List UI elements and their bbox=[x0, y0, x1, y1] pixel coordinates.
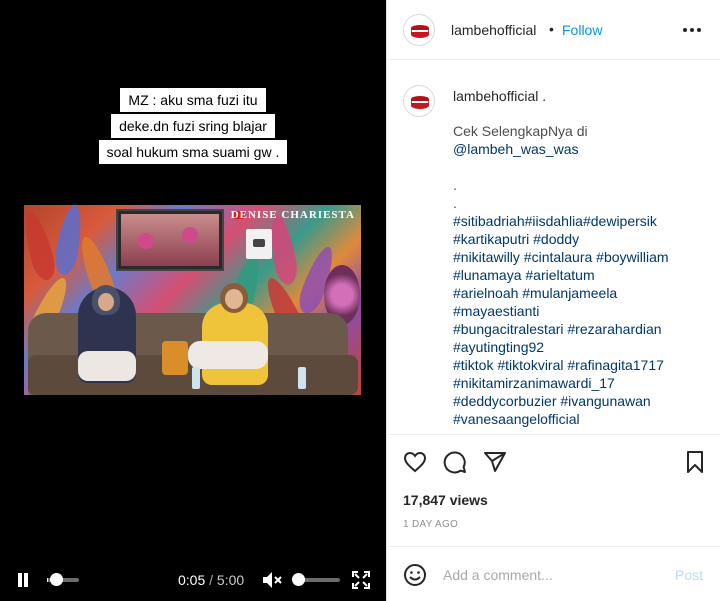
view-count[interactable]: 17,847 views bbox=[403, 492, 488, 508]
mention-link[interactable]: @lambeh_was_was bbox=[453, 140, 715, 158]
hashtag-line[interactable]: #vanesaangelofficial bbox=[453, 410, 715, 428]
video-caption: MZ : aku sma fuzi itu deke.dn fuzi sring… bbox=[0, 88, 386, 166]
channel-watermark: DENISE CHARIESTA bbox=[230, 209, 355, 221]
volume-handle[interactable] bbox=[292, 573, 305, 586]
caption-line: . bbox=[453, 195, 457, 211]
video-controls: 0:05 / 5:00 bbox=[0, 560, 386, 601]
post-timestamp[interactable]: 1 DAY AGO bbox=[403, 519, 458, 530]
hashtag-line[interactable]: #bungacitralestari #rezarahardian bbox=[453, 320, 715, 338]
duration: 5:00 bbox=[216, 572, 245, 588]
video-player[interactable]: MZ : aku sma fuzi itu deke.dn fuzi sring… bbox=[0, 0, 386, 601]
caption-username[interactable]: lambehofficial . bbox=[453, 88, 546, 104]
hashtag-line[interactable]: #nikitamirzanimawardi_17 bbox=[453, 374, 715, 392]
video-frame: DENISE CHARIESTA bbox=[24, 205, 361, 395]
comment-section: Post bbox=[387, 546, 720, 601]
like-icon[interactable] bbox=[403, 450, 427, 474]
hashtag-line[interactable]: #arielnoah #mulanjameela bbox=[453, 284, 715, 302]
caption-text: Cek SelengkapNya di @lambeh_was_was.. #sit… bbox=[453, 122, 715, 428]
hashtag-line[interactable]: #nikitawilly #cintalaura #boywilliam bbox=[453, 248, 715, 266]
more-options-icon[interactable] bbox=[683, 28, 701, 32]
caption-line: Cek SelengkapNya di bbox=[453, 123, 588, 139]
current-time: 0:05 bbox=[178, 572, 206, 588]
time-display: 0:05 / 5:00 bbox=[178, 572, 244, 588]
hashtag-line[interactable]: #mayaestianti bbox=[453, 302, 715, 320]
avatar[interactable] bbox=[403, 85, 435, 117]
caption-line: deke.dn fuzi sring blajar bbox=[111, 114, 275, 138]
hashtag-line[interactable]: #lunamaya #arieltatum bbox=[453, 266, 715, 284]
time-separator: / bbox=[209, 572, 214, 588]
header-username[interactable]: lambehofficial bbox=[451, 22, 536, 38]
save-icon[interactable] bbox=[683, 450, 707, 474]
post-actions: 17,847 views 1 DAY AGO bbox=[387, 434, 720, 544]
comment-icon[interactable] bbox=[443, 450, 467, 474]
hashtag-line[interactable]: #deddycorbuzier #ivangunawan bbox=[453, 392, 715, 410]
emoji-icon[interactable] bbox=[403, 563, 427, 587]
caption-line: MZ : aku sma fuzi itu bbox=[120, 88, 266, 112]
avatar[interactable] bbox=[403, 14, 435, 46]
tv-screen bbox=[116, 209, 224, 271]
hashtag-line[interactable]: #ayutingting92 bbox=[453, 338, 715, 356]
post-header: lambehofficial • Follow bbox=[387, 0, 720, 60]
caption-gap bbox=[453, 158, 715, 176]
progress-handle[interactable] bbox=[50, 573, 63, 586]
pause-icon[interactable] bbox=[16, 573, 30, 587]
post-comment-button[interactable]: Post bbox=[675, 567, 703, 583]
post-sidebar: lambehofficial • Follow lambehofficial .… bbox=[386, 0, 720, 601]
hashtag-line[interactable]: #tiktok #tiktokviral #rafinagita1717 bbox=[453, 356, 715, 374]
separator-dot: • bbox=[549, 21, 554, 37]
hashtag-line[interactable]: #sitibadriah#iisdahlia#dewipersik bbox=[453, 212, 715, 230]
handbag bbox=[162, 341, 188, 375]
pillow bbox=[78, 351, 136, 381]
mute-icon[interactable] bbox=[262, 571, 282, 589]
post-caption-area[interactable]: lambehofficial . Cek SelengkapNya di @lam… bbox=[387, 61, 720, 433]
progress-fill bbox=[47, 578, 48, 582]
caption-line: soal hukum sma suami gw . bbox=[98, 140, 288, 164]
follow-button[interactable]: Follow bbox=[562, 22, 602, 38]
water-bottle bbox=[298, 367, 306, 389]
pillow bbox=[188, 341, 268, 369]
water-bottle bbox=[192, 367, 200, 389]
share-icon[interactable] bbox=[483, 450, 507, 474]
caption-line: . bbox=[453, 177, 457, 193]
hashtag-line[interactable]: #kartikaputri #doddy bbox=[453, 230, 715, 248]
channel-logo bbox=[246, 229, 272, 259]
comment-input[interactable] bbox=[443, 561, 663, 589]
fullscreen-icon[interactable] bbox=[352, 571, 370, 589]
